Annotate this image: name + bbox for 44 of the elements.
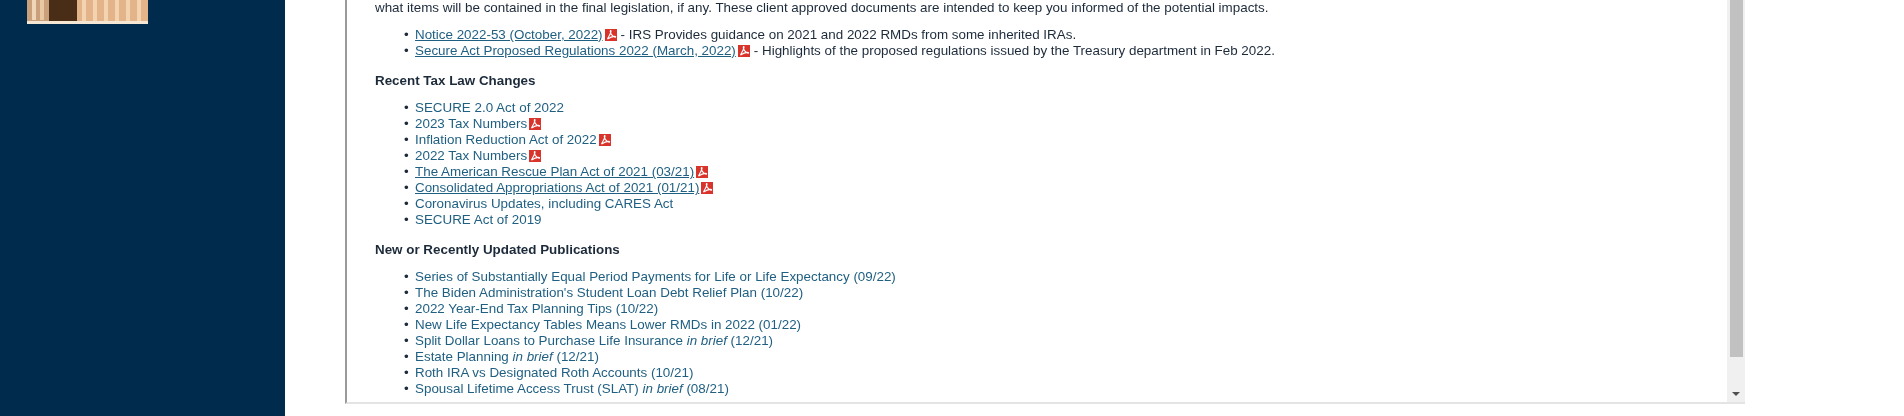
bullet: • <box>404 132 410 148</box>
link[interactable]: 2022 Tax Numbers <box>415 148 528 164</box>
caret-icon <box>1732 392 1740 396</box>
link[interactable]: Inflation Reduction Act of 2022 <box>415 132 597 148</box>
bullet: • <box>404 27 410 43</box>
bullet: • <box>404 43 410 59</box>
link[interactable]: SECURE 2.0 Act of 2022 <box>415 100 564 116</box>
link[interactable]: Secure Act Proposed Regulations 2022 (March, 2022) <box>415 43 736 59</box>
bullet: • <box>404 333 410 349</box>
bullet: • <box>404 196 410 212</box>
bullet: • <box>404 180 410 196</box>
bullet: • <box>404 285 410 301</box>
bullet: • <box>404 317 410 333</box>
bullet: • <box>404 148 410 164</box>
link-description: - Highlights of the proposed regulations issued by the Treasury department in Feb 2022. <box>753 43 1275 59</box>
link[interactable]: Estate Planning in brief (12/21) <box>415 349 599 365</box>
link[interactable]: SECURE Act of 2019 <box>415 212 542 228</box>
link[interactable]: Roth IRA vs Designated Roth Accounts (10/21) <box>415 365 694 381</box>
bullet: • <box>404 212 410 228</box>
bullet: • <box>404 100 410 116</box>
bullet: • <box>404 381 410 397</box>
scrollbar[interactable] <box>1727 0 1745 402</box>
body-text: what items will be contained in the final legislation, if any. These client approved documents are intended to keep you informed of the potential impacts. <box>375 0 1270 16</box>
bullet: • <box>404 116 410 132</box>
link[interactable]: Split Dollar Loans to Purchase Life Insurance in brief (12/21) <box>415 333 774 349</box>
bullet: • <box>404 164 410 180</box>
link[interactable]: Series of Substantially Equal Period Payments for Life or Life Expectancy (09/22) <box>415 269 896 285</box>
link[interactable]: The Biden Administration's Student Loan Debt Relief Plan (10/22) <box>415 285 804 301</box>
link[interactable]: The American Rescue Plan Act of 2021 (03/21) <box>415 164 695 180</box>
link[interactable]: Consolidated Appropriations Act of 2021 (01/21) <box>415 180 700 196</box>
bullet: • <box>404 301 410 317</box>
link[interactable]: Spousal Lifetime Access Trust (SLAT) in brief (08/21) <box>415 381 729 397</box>
link[interactable]: Notice 2022-53 (October, 2022) <box>415 27 603 43</box>
link[interactable]: New Life Expectancy Tables Means Lower RMDs in 2022 (01/22) <box>415 317 802 333</box>
bullet: • <box>404 269 410 285</box>
link-description: - IRS Provides guidance on 2021 and 2022 RMDs from some inherited IRAs. <box>620 27 1077 43</box>
section-heading: New or Recently Updated Publications <box>375 242 621 258</box>
link[interactable]: 2023 Tax Numbers <box>415 116 528 132</box>
scrollbar-thumb[interactable] <box>1729 0 1743 357</box>
section-heading: Recent Tax Law Changes <box>375 73 537 89</box>
link[interactable]: Coronavirus Updates, including CARES Act <box>415 196 674 212</box>
bullet: • <box>404 349 410 365</box>
link[interactable]: 2022 Year-End Tax Planning Tips (10/22) <box>415 301 659 317</box>
bullet: • <box>404 365 410 381</box>
